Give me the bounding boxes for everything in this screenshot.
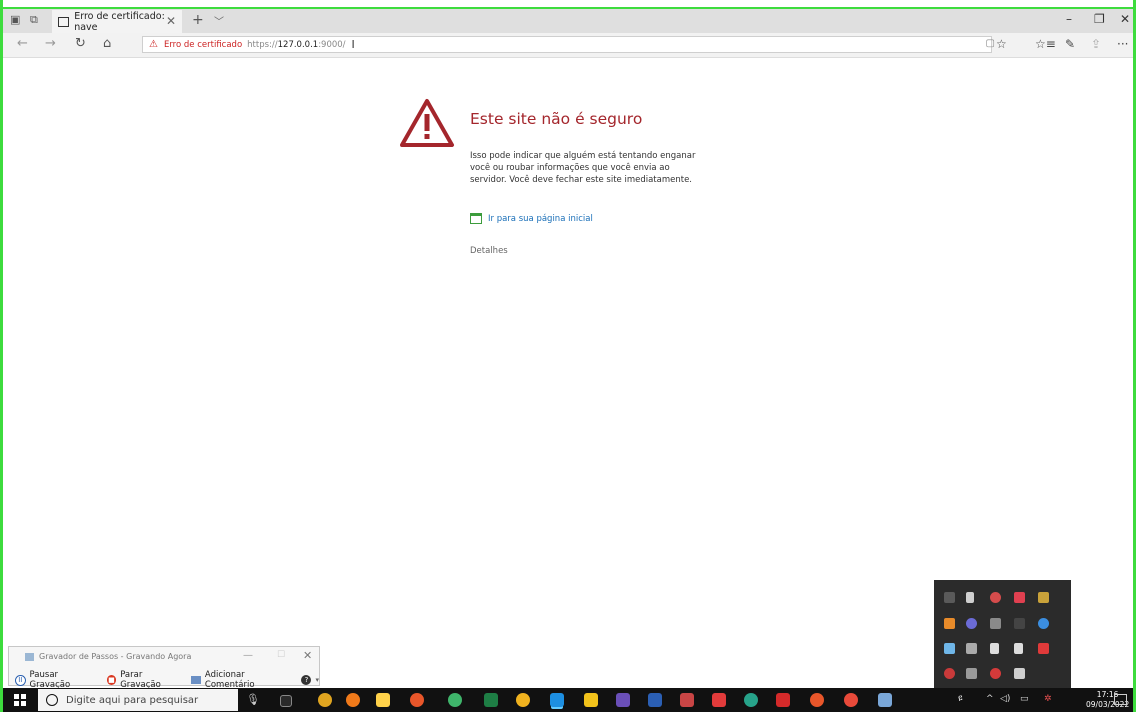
recording-frame [0,0,1136,712]
